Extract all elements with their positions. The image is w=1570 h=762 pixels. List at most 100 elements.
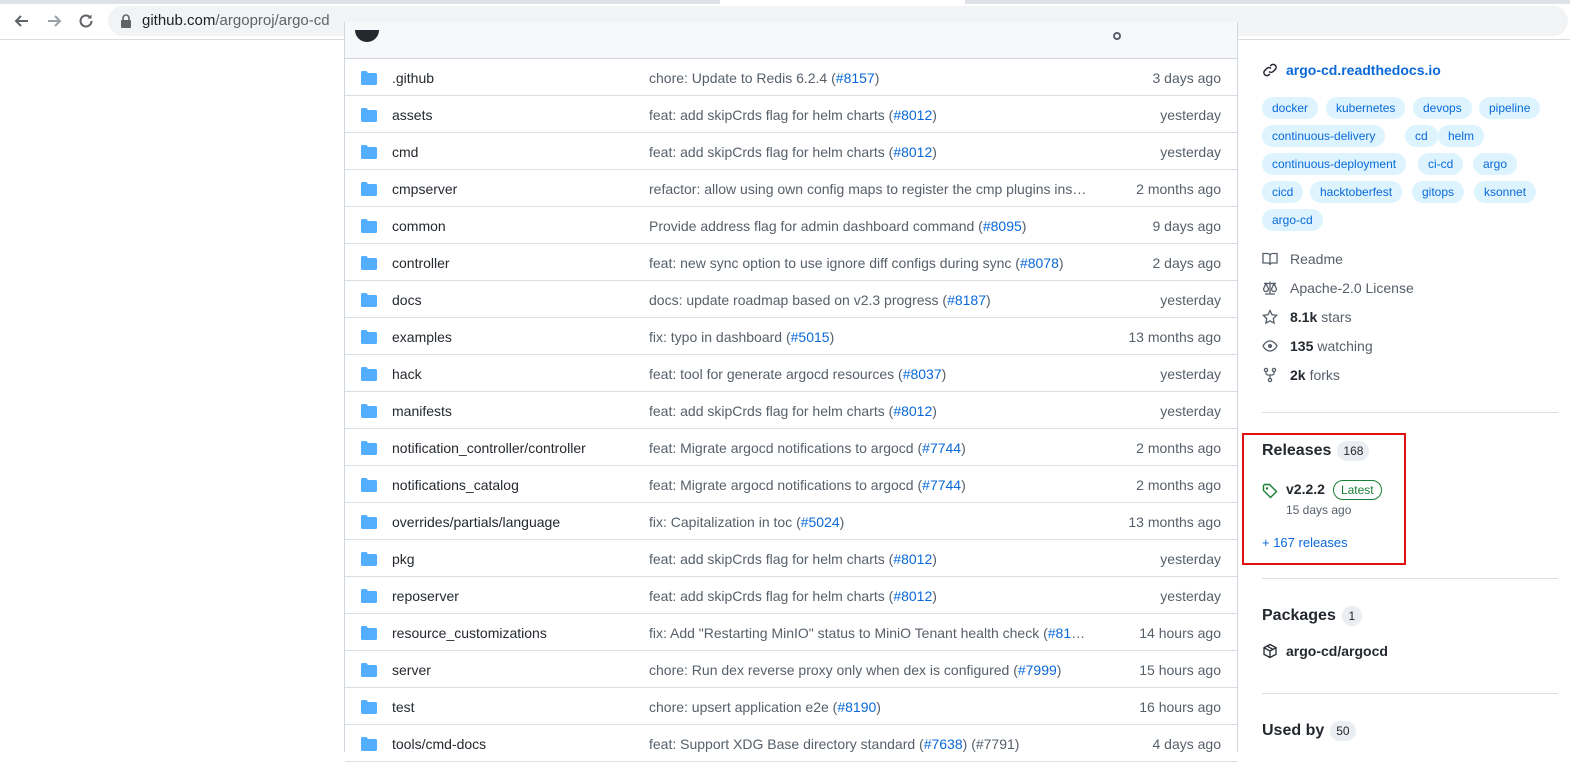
topic-tag[interactable]: ksonnet [1474, 181, 1537, 203]
used-by-heading[interactable]: Used by 50 [1262, 721, 1356, 741]
commit-message: feat: add skipCrds flag for helm charts … [649, 551, 894, 567]
file-row: tools/cmd-docs feat: Support XDG Base dir… [345, 725, 1237, 762]
file-name-link[interactable]: cmd [392, 144, 418, 160]
package-item[interactable]: argo-cd/argocd [1262, 643, 1388, 659]
file-name-link[interactable]: notifications_catalog [392, 477, 519, 493]
commit-message-link[interactable]: feat: tool for generate argocd resources… [649, 366, 946, 382]
pull-request-link[interactable]: #8157 [836, 70, 875, 86]
file-name-link[interactable]: cmpserver [392, 181, 457, 197]
file-name-link[interactable]: server [392, 662, 431, 678]
file-name-link[interactable]: assets [392, 107, 432, 123]
topic-tag[interactable]: pipeline [1479, 97, 1541, 119]
license-link[interactable]: Apache-2.0 License [1262, 280, 1414, 296]
commit-message-link[interactable]: chore: Update to Redis 6.2.4 (#8157) [649, 70, 879, 86]
packages-heading[interactable]: Packages 1 [1262, 606, 1362, 626]
file-name-link[interactable]: pkg [392, 551, 415, 567]
topic-tag[interactable]: argo [1473, 153, 1518, 175]
readme-label: Readme [1290, 251, 1343, 267]
commit-message-link[interactable]: feat: add skipCrds flag for helm charts … [649, 551, 937, 567]
commit-message-link[interactable]: feat: add skipCrds flag for helm charts … [649, 588, 937, 604]
commit-message: feat: Migrate argocd notifications to ar… [649, 477, 923, 493]
back-button[interactable] [11, 10, 33, 32]
pull-request-link[interactable]: #8012 [893, 551, 932, 567]
folder-icon [361, 589, 377, 603]
commit-age: yesterday [1160, 292, 1221, 308]
file-name-link[interactable]: common [392, 218, 446, 234]
topic-tag[interactable]: kubernetes [1326, 97, 1406, 119]
topic-tag[interactable]: cicd [1262, 181, 1304, 203]
file-name-link[interactable]: manifests [392, 403, 452, 419]
file-name-link[interactable]: hack [392, 366, 422, 382]
pull-request-link[interactable]: #8012 [893, 403, 932, 419]
pull-request-link[interactable]: #7744 [922, 477, 961, 493]
file-name: overrides/partials/ [392, 514, 503, 530]
topic-tag[interactable]: cd [1405, 125, 1438, 147]
commit-message: feat: add skipCrds flag for helm charts … [649, 144, 894, 160]
file-row: docs docs: update roadmap based on v2.3 p… [345, 281, 1237, 318]
topic-tag[interactable]: ci-cd [1418, 153, 1464, 175]
file-name-link[interactable]: reposerver [392, 588, 459, 604]
pull-request-link[interactable]: #7999 [1018, 662, 1057, 678]
pull-request-link[interactable]: #8012 [893, 107, 932, 123]
topic-tag[interactable]: continuous-delivery [1262, 125, 1386, 147]
commit-age: 16 hours ago [1139, 699, 1221, 715]
commit-message-link[interactable]: feat: Migrate argocd notifications to ar… [649, 440, 966, 456]
commit-message-link[interactable]: fix: typo in dashboard (#5015) [649, 329, 834, 345]
pull-request-link[interactable]: #8190 [837, 699, 876, 715]
pull-request-link[interactable]: #8095 [983, 218, 1022, 234]
commit-message-link[interactable]: feat: add skipCrds flag for helm charts … [649, 144, 937, 160]
pull-request-link[interactable]: #8187 [947, 292, 986, 308]
commit-message-link[interactable]: feat: new sync option to use ignore diff… [649, 255, 1064, 271]
topic-tag[interactable]: gitops [1412, 181, 1465, 203]
pull-request-link[interactable]: #5024 [801, 514, 840, 530]
topic-tag[interactable]: helm [1438, 125, 1485, 147]
commit-message-link[interactable]: chore: Run dex reverse proxy only when d… [649, 662, 1061, 678]
forward-button[interactable] [43, 10, 65, 32]
topic-tag[interactable]: devops [1413, 97, 1472, 119]
folder-icon [361, 552, 377, 566]
pull-request-link[interactable]: #7744 [922, 440, 961, 456]
commit-message-link[interactable]: fix: Capitalization in toc (#5024) [649, 514, 844, 530]
commit-message-link[interactable]: feat: Migrate argocd notifications to ar… [649, 477, 966, 493]
commit-message-link[interactable]: docs: update roadmap based on v2.3 progr… [649, 292, 991, 308]
homepage-link[interactable]: argo-cd.readthedocs.io [1262, 62, 1441, 78]
file-name: assets [392, 107, 433, 123]
watchers-link[interactable]: 135 watching [1262, 338, 1373, 354]
readme-link[interactable]: Readme [1262, 251, 1343, 267]
file-name-link[interactable]: docs [392, 292, 422, 308]
commit-message-link[interactable]: feat: add skipCrds flag for helm charts … [649, 107, 937, 123]
forks-link[interactable]: 2k forks [1262, 367, 1340, 383]
file-name-link[interactable]: examples [392, 329, 452, 345]
topic-tag[interactable]: docker [1262, 97, 1319, 119]
topic-tag[interactable]: hacktoberfest [1310, 181, 1403, 203]
file-name-link[interactable]: resource_customizations [392, 625, 547, 641]
topic-tag[interactable]: argo-cd [1262, 209, 1323, 231]
commit-message-link[interactable]: fix: Add "Restarting MinIO" status to Mi… [649, 625, 1089, 641]
reload-button[interactable] [75, 10, 97, 32]
stars-link[interactable]: 8.1k stars [1262, 309, 1352, 325]
pull-request-link[interactable]: #8012 [893, 144, 932, 160]
folder-icon [361, 700, 377, 714]
pull-request-link[interactable]: #8078 [1020, 255, 1059, 271]
stars-label: stars [1321, 309, 1352, 325]
commit-message-end: ) [932, 403, 937, 419]
file-name-link[interactable]: test [392, 699, 415, 715]
file-name-link[interactable]: notification_controller/controller [392, 440, 586, 456]
pull-request-link[interactable]: #7638 [924, 736, 963, 752]
file-name-link[interactable]: tools/cmd-docs [392, 736, 486, 752]
commit-message-link[interactable]: Provide address flag for admin dashboard… [649, 218, 1026, 234]
file-name: hack [392, 366, 422, 382]
file-name-link[interactable]: controller [392, 255, 450, 271]
commit-message: chore: Run dex reverse proxy only when d… [649, 662, 1018, 678]
pull-request-link[interactable]: #8037 [903, 366, 942, 382]
commit-message-link[interactable]: feat: Support XDG Base directory standar… [649, 736, 1019, 752]
commit-message-link[interactable]: refactor: allow using own config maps to… [649, 181, 1086, 197]
file-name-link[interactable]: overrides/partials/language [392, 514, 560, 530]
commit-message-link[interactable]: chore: upsert application e2e (#8190) [649, 699, 881, 715]
file-name-link[interactable]: .github [392, 70, 434, 86]
pull-request-link[interactable]: #8012 [893, 588, 932, 604]
commit-message-link[interactable]: feat: add skipCrds flag for helm charts … [649, 403, 937, 419]
topic-tag[interactable]: continuous-deployment [1262, 153, 1407, 175]
pull-request-link[interactable]: #5015 [791, 329, 830, 345]
pull-request-link[interactable]: #8191 [1048, 625, 1087, 641]
